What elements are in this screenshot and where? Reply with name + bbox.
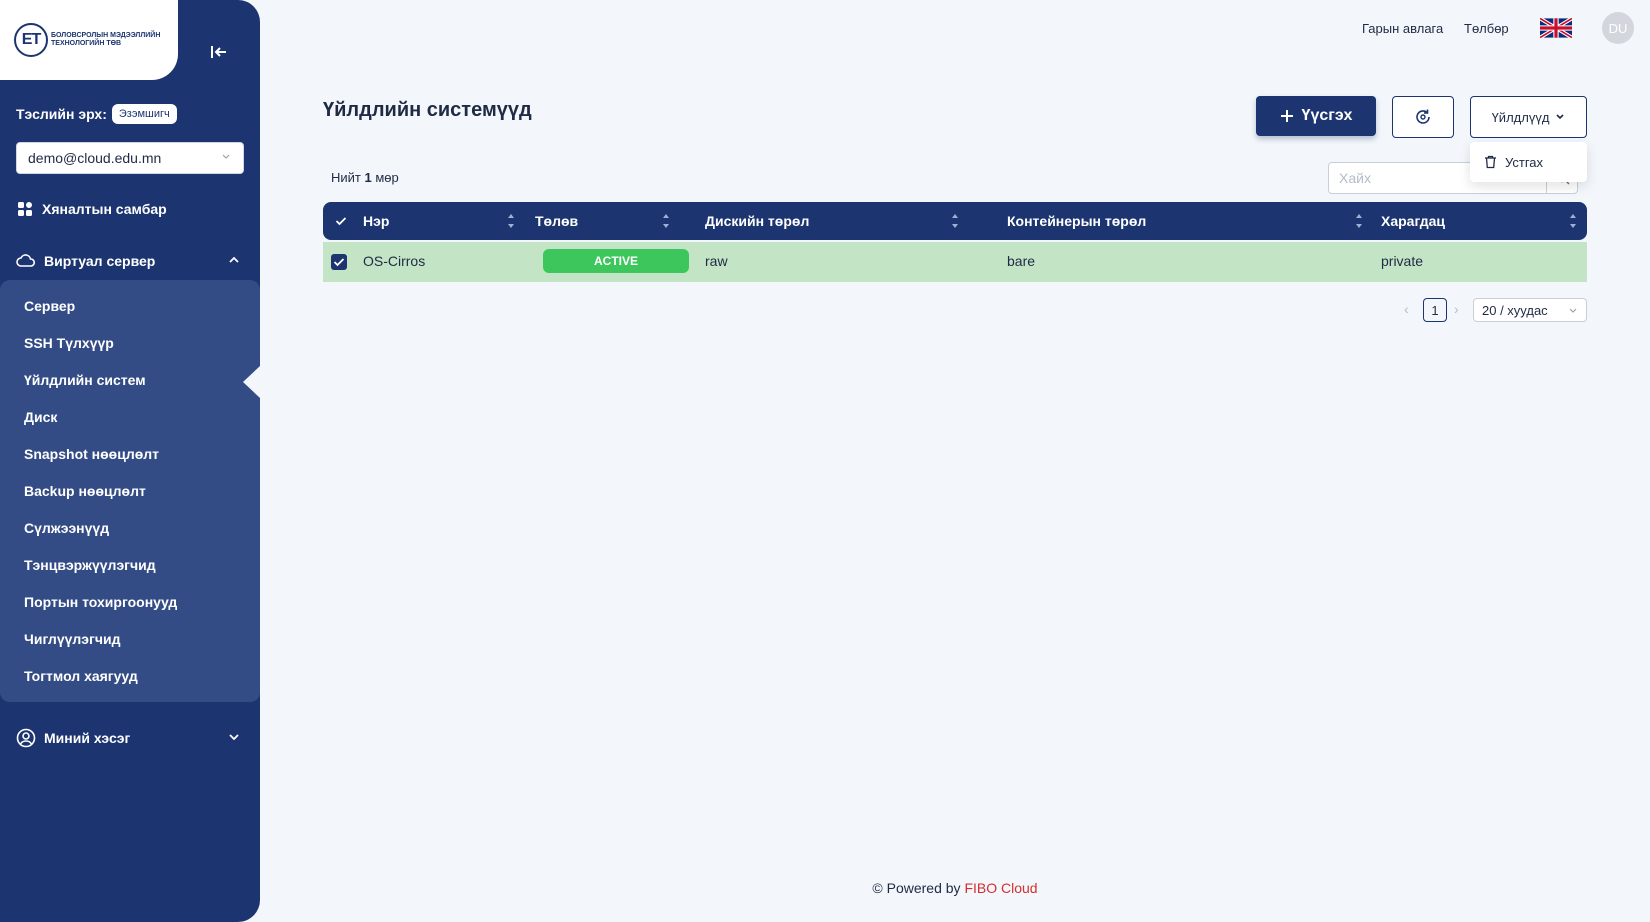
sort-icon[interactable] — [1569, 212, 1577, 230]
sidebar-item-disk[interactable]: Диск — [24, 409, 57, 425]
column-header-disk-type[interactable]: Дискийн төрөл — [705, 213, 809, 229]
total-count: Нийт 1 мөр — [331, 170, 399, 185]
sort-icon[interactable] — [507, 212, 515, 230]
logo-text: Боловсролын мэдээллийн технологийн төв — [51, 32, 161, 47]
sidebar-item-label: Миний хэсэг — [44, 730, 131, 746]
user-circle-icon — [16, 728, 36, 748]
create-button[interactable]: Үүсгэх — [1256, 96, 1376, 136]
column-header-status[interactable]: Төлөв — [535, 213, 578, 229]
sidebar-item-port-settings[interactable]: Портын тохиргоонууд — [24, 594, 177, 610]
chevron-down-icon — [222, 154, 230, 159]
sidebar-item-load-balancers[interactable]: Тэнцвэржүүлэгчид — [24, 557, 156, 573]
sidebar-item-floating-ips[interactable]: Тогтмол хаягууд — [24, 668, 138, 684]
cell-visibility: private — [1381, 253, 1424, 269]
role-label: Тэслийн эрх: — [16, 106, 107, 122]
total-number: 1 — [364, 170, 372, 185]
sidebar-item-dashboard[interactable]: Хяналтын самбар — [16, 200, 167, 218]
footer-prefix: © Powered by — [872, 880, 961, 896]
sort-icon[interactable] — [1355, 212, 1363, 230]
cell-name[interactable]: OS-Cirros — [363, 253, 425, 269]
row-checkbox[interactable] — [331, 254, 347, 270]
sidebar-item-ssh-key[interactable]: SSH Түлхүүр — [24, 335, 114, 351]
plus-icon — [1280, 110, 1293, 122]
cloud-icon — [16, 254, 36, 267]
active-indicator — [243, 366, 260, 398]
collapse-icon — [211, 46, 226, 58]
actions-label: Үйлдлүүд — [1491, 109, 1550, 125]
cell-container-type: bare — [1007, 253, 1036, 269]
check-icon — [335, 217, 347, 226]
check-icon — [333, 258, 345, 267]
refresh-button[interactable] — [1392, 96, 1454, 138]
chevron-down-icon — [1556, 114, 1564, 120]
cell-disk-type: raw — [705, 253, 728, 269]
sidebar-item-routers[interactable]: Чиглүүлэгчид — [24, 631, 120, 647]
dashboard-icon — [18, 202, 32, 216]
sidebar-item-label: Хяналтын самбар — [42, 201, 167, 217]
actions-dropdown-button[interactable]: Үйлдлүүд — [1470, 96, 1587, 138]
delete-menu-item[interactable]: Устгах — [1505, 155, 1543, 170]
sidebar-item-backup[interactable]: Backup нөөцлөлт — [24, 483, 146, 499]
avatar[interactable]: DU — [1602, 12, 1634, 44]
footer-brand-link[interactable]: FIBO Cloud — [964, 880, 1037, 896]
create-button-label: Үүсгэх — [1301, 107, 1353, 124]
total-suffix: мөр — [375, 170, 399, 185]
page-size-select[interactable]: 20 / хуудас — [1473, 298, 1587, 322]
total-prefix: Нийт — [331, 170, 361, 185]
status-badge: ACTIVE — [543, 249, 689, 273]
page-button-current[interactable]: 1 — [1423, 298, 1447, 322]
sidebar-item-networks[interactable]: Сүлжээнүүд — [24, 520, 109, 536]
guide-link[interactable]: Гарын авлага — [1362, 21, 1443, 36]
sidebar-item-my-section[interactable]: Миний хэсэг — [16, 728, 130, 748]
actions-dropdown-menu: Устгах — [1470, 142, 1587, 182]
next-page-button[interactable]: › — [1454, 301, 1459, 317]
sidebar-item-snapshot[interactable]: Snapshot нөөцлөлт — [24, 446, 159, 462]
chevron-up-icon[interactable] — [228, 254, 240, 266]
sort-icon[interactable] — [951, 212, 959, 230]
sidebar-item-label: Виртуал сервер — [44, 253, 156, 269]
chevron-down-icon — [1569, 308, 1577, 313]
account-value: demo@cloud.edu.mn — [28, 150, 162, 166]
role-row: Тэслийн эрх: Эзэмшигч — [16, 104, 177, 124]
payment-link[interactable]: Төлбөр — [1464, 21, 1509, 36]
logo[interactable]: ЕТ Боловсролын мэдээллийн технологийн тө… — [0, 0, 178, 80]
uk-flag-icon[interactable] — [1540, 18, 1572, 38]
select-all-checkbox[interactable] — [333, 213, 349, 229]
footer: © Powered by FIBO Cloud — [0, 880, 1650, 896]
role-badge: Эзэмшигч — [111, 104, 177, 124]
chevron-down-icon[interactable] — [228, 731, 240, 743]
sidebar: ЕТ Боловсролын мэдээллийн технологийн тө… — [0, 0, 260, 922]
trash-icon — [1485, 155, 1496, 169]
logo-mark: ЕТ — [14, 23, 48, 57]
sidebar-item-server[interactable]: Сервер — [24, 298, 75, 314]
column-header-name[interactable]: Нэр — [363, 213, 389, 229]
table-header: Нэр Төлөв Дискийн төрөл Контейнерын төрө… — [323, 202, 1587, 240]
prev-page-button[interactable]: ‹ — [1404, 301, 1409, 317]
column-header-container-type[interactable]: Контейнерын төрөл — [1007, 213, 1146, 229]
page-size-value: 20 / хуудас — [1482, 302, 1548, 318]
account-select[interactable]: demo@cloud.edu.mn — [16, 142, 244, 174]
collapse-sidebar-button[interactable] — [178, 24, 260, 80]
page-title: Үйлдлийн системүүд — [323, 99, 532, 121]
table-row[interactable]: OS-Cirros ACTIVE raw bare private — [323, 242, 1587, 282]
virtual-server-submenu: Сервер SSH Түлхүүр Үйлдлийн систем Диск … — [0, 280, 260, 702]
sort-icon[interactable] — [662, 212, 670, 230]
refresh-icon — [1416, 109, 1430, 124]
sidebar-item-virtual-server[interactable]: Виртуал сервер — [16, 252, 155, 270]
column-header-visibility[interactable]: Харагдац — [1381, 213, 1445, 229]
sidebar-item-os[interactable]: Үйлдлийн систем — [24, 372, 146, 388]
